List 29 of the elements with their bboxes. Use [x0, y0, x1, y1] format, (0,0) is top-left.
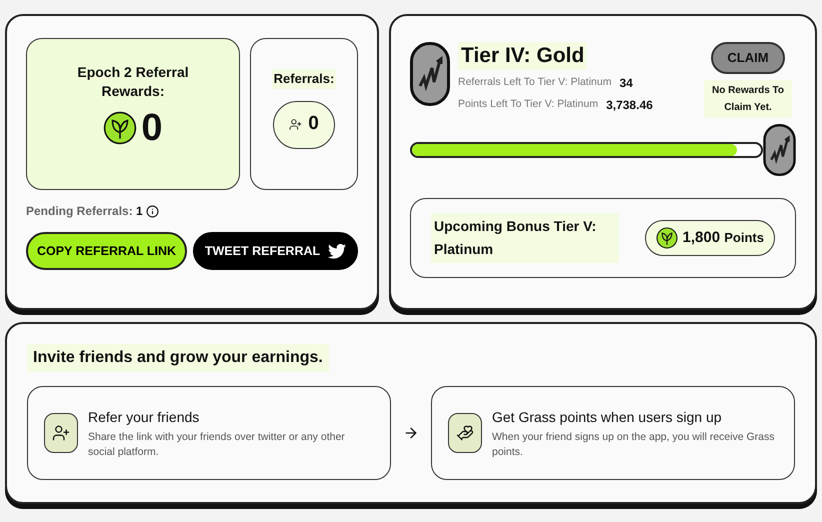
pending-referrals-text: Pending Referrals: 1	[26, 203, 143, 220]
leaf-coin-icon	[103, 111, 138, 145]
tier-title: Tier IV: Gold	[458, 42, 588, 70]
stat-value: 34	[619, 75, 633, 92]
referrals-title: Referrals:	[272, 69, 336, 88]
step-text: Share the link with your friends over twitter or any other social platform.	[88, 430, 346, 460]
twitter-bird-icon	[328, 244, 346, 258]
copy-link-button[interactable]: COPY REFERRAL LINK	[26, 232, 188, 270]
stat-value: 3,738.46	[606, 97, 653, 114]
user-plus-icon	[289, 118, 302, 131]
stat-label: Points Left To Tier V: Platinum	[458, 97, 598, 112]
step-title: Get Grass points when users sign up	[492, 408, 723, 427]
claim-note: No Rewards To Claim Yet.	[704, 80, 792, 118]
leaf-coin-icon	[656, 227, 678, 249]
step-title: Refer your friends	[88, 408, 200, 427]
bonus-label: Upcoming Bonus Tier V: Platinum	[431, 213, 619, 263]
user-plus-tile-icon	[44, 413, 78, 453]
tier-badge-icon	[410, 42, 450, 106]
referrals-count: 0	[308, 112, 319, 136]
bonus-points: 1,800 Points	[682, 228, 764, 248]
rewards-title: Epoch 2 Referral Rewards:	[76, 63, 190, 101]
invite-title: Invite friends and grow your earnings.	[27, 344, 329, 372]
arrow-icon	[403, 425, 419, 441]
rewards-amount: 0	[141, 109, 163, 147]
hand-heart-tile-icon	[448, 413, 482, 453]
tweet-button[interactable]: TWEET REFERRAL	[193, 232, 358, 270]
info-icon[interactable]	[146, 204, 159, 218]
stat-label: Referrals Left To Tier V: Platinum	[458, 75, 612, 90]
step-text: When your friend signs up on the app, you will receive Grass points.	[492, 430, 776, 460]
